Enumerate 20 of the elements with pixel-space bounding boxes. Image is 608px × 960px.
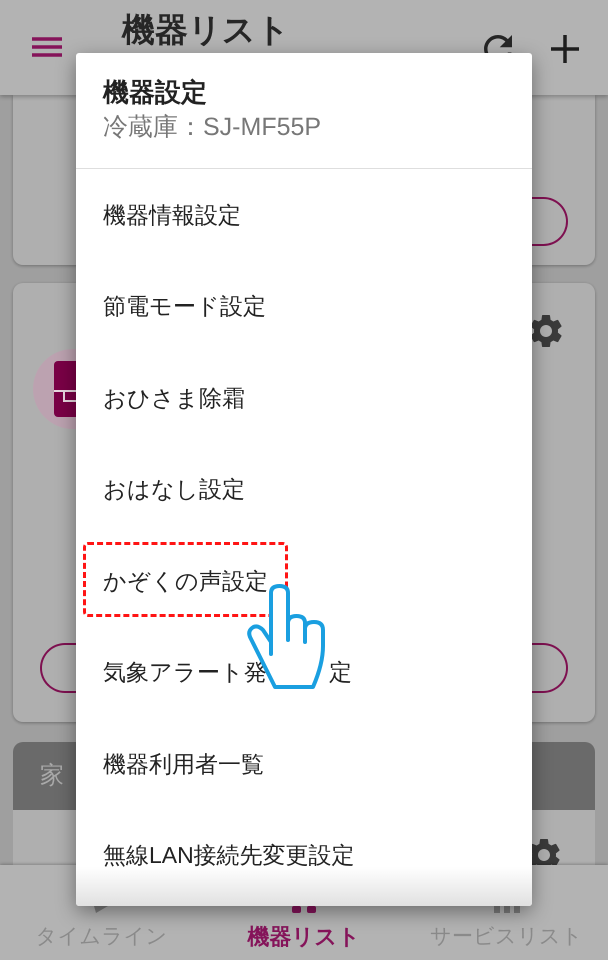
menu-item[interactable]: おはなし設定 (76, 444, 532, 535)
menu-item[interactable]: 機器情報設定 (76, 169, 532, 260)
settings-icon[interactable] (530, 314, 562, 348)
dialog-title: 機器設定 (103, 77, 207, 107)
menu-item[interactable]: 機器利用者一覧 (76, 718, 532, 810)
section-title: 家 (40, 761, 64, 791)
add-icon[interactable] (550, 35, 580, 63)
menu-item[interactable]: 節電モード設定 (76, 260, 532, 352)
menu-icon[interactable] (32, 37, 62, 57)
page-title: 機器リスト (122, 10, 290, 50)
refresh-icon[interactable] (484, 35, 512, 53)
menu-item[interactable]: 無線LAN接続先変更設定 (76, 810, 532, 901)
menu-item-label: 定 (329, 658, 352, 688)
menu-item[interactable]: おひさま除霜 (76, 352, 532, 444)
triangle-icon (94, 906, 108, 913)
menu-item-label: 気象アラート発 (103, 658, 267, 688)
grid-icon (292, 906, 316, 913)
dialog-subtitle: 冷蔵庫：SJ-MF55P (103, 112, 322, 143)
grid-icon (494, 906, 520, 913)
menu-item[interactable]: 気象アラート発 定 (76, 626, 532, 718)
